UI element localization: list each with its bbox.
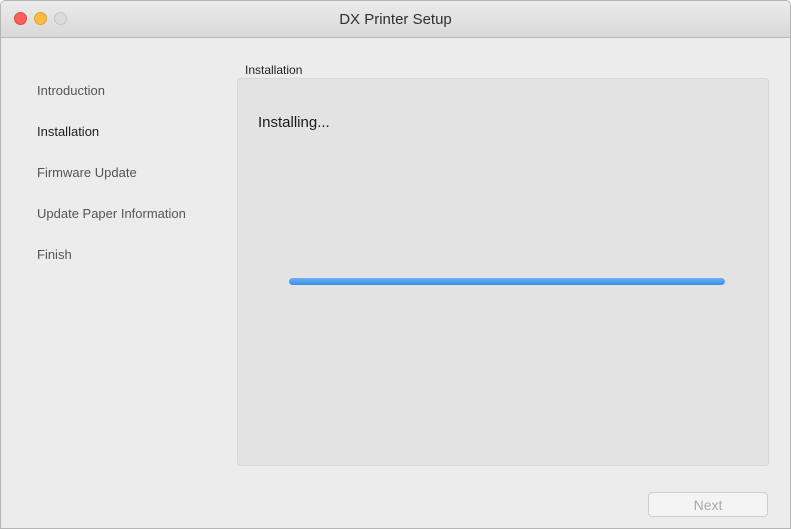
progress-bar-fill (289, 278, 725, 285)
next-button[interactable]: Next (648, 492, 768, 517)
title-bar[interactable]: DX Printer Setup (1, 1, 790, 38)
sidebar-item-introduction: Introduction (37, 83, 105, 98)
section-label: Installation (245, 63, 303, 77)
progress-bar (289, 278, 725, 285)
sidebar-item-firmware-update: Firmware Update (37, 165, 137, 180)
sidebar-item-finish: Finish (37, 247, 72, 262)
window-title: DX Printer Setup (339, 11, 452, 28)
content-panel: Installing... (237, 78, 769, 466)
sidebar-item-installation: Installation (37, 124, 100, 139)
installer-window: DX Printer Setup Introduction Installati… (0, 0, 791, 529)
status-text: Installing... (258, 114, 330, 131)
sidebar-item-update-paper-information: Update Paper Information (37, 206, 186, 221)
